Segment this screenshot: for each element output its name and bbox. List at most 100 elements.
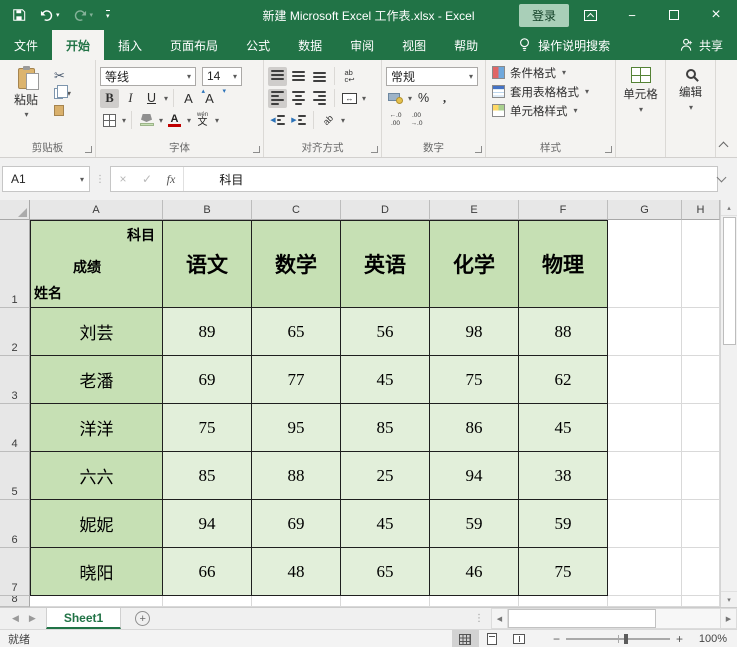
cell-E1[interactable]: 化学: [430, 220, 519, 308]
cell-H3[interactable]: [682, 356, 720, 404]
orientation-dropdown-icon[interactable]: ▾: [341, 116, 345, 125]
row-header-1[interactable]: 1: [0, 220, 30, 308]
cell-B4[interactable]: 75: [163, 404, 252, 452]
align-bottom-button[interactable]: [310, 67, 329, 86]
sheet-tab-sheet1[interactable]: Sheet1: [46, 608, 121, 629]
cell-A1[interactable]: 科目 成绩 姓名: [30, 220, 163, 308]
column-header-D[interactable]: D: [341, 200, 430, 220]
align-top-button[interactable]: [268, 67, 287, 86]
normal-view-button[interactable]: [452, 630, 479, 647]
expand-formula-bar-icon[interactable]: [717, 173, 727, 183]
cell-F4[interactable]: 45: [519, 404, 608, 452]
cell-D3[interactable]: 45: [341, 356, 430, 404]
phonetic-guide-button[interactable]: wén文: [193, 111, 212, 130]
align-right-button[interactable]: [310, 89, 329, 108]
tab-formulas[interactable]: 公式: [232, 30, 284, 60]
increase-decimal-button[interactable]: ←.0.00: [386, 111, 405, 130]
fill-color-dropdown-icon[interactable]: ▾: [159, 116, 163, 125]
cut-button[interactable]: ✂: [54, 69, 71, 83]
login-button[interactable]: 登录: [519, 4, 569, 27]
vertical-scrollbar[interactable]: ▴ ▾: [720, 200, 737, 607]
cell-D4[interactable]: 85: [341, 404, 430, 452]
decrease-indent-button[interactable]: ◀: [268, 111, 287, 130]
cell-H4[interactable]: [682, 404, 720, 452]
cell-C3[interactable]: 77: [252, 356, 341, 404]
column-header-F[interactable]: F: [519, 200, 608, 220]
editing-group[interactable]: 编辑 ▾: [666, 60, 716, 157]
tab-help[interactable]: 帮助: [440, 30, 492, 60]
wrap-text-button[interactable]: abc↩: [340, 67, 359, 86]
italic-button[interactable]: I: [121, 89, 140, 108]
cell-B5[interactable]: 85: [163, 452, 252, 500]
cell-D5[interactable]: 25: [341, 452, 430, 500]
save-button[interactable]: [12, 8, 26, 22]
font-size-select[interactable]: 14 ▾: [202, 67, 242, 86]
cell-E4[interactable]: 86: [430, 404, 519, 452]
prev-sheet-button[interactable]: ◀: [12, 613, 19, 624]
styles-dialog-launcher-icon[interactable]: [605, 146, 612, 153]
zoom-slider-thumb[interactable]: [624, 634, 628, 644]
cell-D2[interactable]: 56: [341, 308, 430, 356]
scroll-right-button[interactable]: ▶: [720, 608, 737, 629]
conditional-formatting-button[interactable]: 条件格式 ▾: [490, 63, 611, 82]
paste-button[interactable]: 粘贴 ▾: [4, 65, 48, 141]
cell-G1[interactable]: [608, 220, 682, 308]
cell-H7[interactable]: [682, 548, 720, 596]
cell-A3[interactable]: 老潘: [30, 356, 163, 404]
borders-button[interactable]: [100, 111, 119, 130]
cell-D1[interactable]: 英语: [341, 220, 430, 308]
orientation-button[interactable]: ab: [319, 111, 338, 130]
insert-function-button[interactable]: fx: [159, 172, 183, 187]
cell-H2[interactable]: [682, 308, 720, 356]
cell-A6[interactable]: 妮妮: [30, 500, 163, 548]
row-header-7[interactable]: 7: [0, 548, 30, 596]
decrease-decimal-button[interactable]: .00→.0: [407, 111, 426, 130]
cell-A7[interactable]: 晓阳: [30, 548, 163, 596]
fill-color-button[interactable]: [137, 111, 156, 130]
column-header-B[interactable]: B: [163, 200, 252, 220]
cell-D7[interactable]: 65: [341, 548, 430, 596]
cell-G2[interactable]: [608, 308, 682, 356]
cell-styles-button[interactable]: 单元格样式 ▾: [490, 101, 611, 120]
borders-dropdown-icon[interactable]: ▾: [122, 116, 126, 125]
cell-B1[interactable]: 语文: [163, 220, 252, 308]
cancel-entry-button[interactable]: ×: [111, 172, 135, 186]
cell-H5[interactable]: [682, 452, 720, 500]
row-header-8[interactable]: 8: [0, 596, 30, 607]
cell-A8[interactable]: [30, 596, 163, 607]
cell-G7[interactable]: [608, 548, 682, 596]
cell-H6[interactable]: [682, 500, 720, 548]
cell-E5[interactable]: 94: [430, 452, 519, 500]
cell-E6[interactable]: 59: [430, 500, 519, 548]
column-header-C[interactable]: C: [252, 200, 341, 220]
cell-G5[interactable]: [608, 452, 682, 500]
font-name-select[interactable]: 等线 ▾: [100, 67, 196, 86]
cell-D6[interactable]: 45: [341, 500, 430, 548]
page-break-view-button[interactable]: [506, 630, 533, 647]
cell-E2[interactable]: 98: [430, 308, 519, 356]
align-left-button[interactable]: [268, 89, 287, 108]
name-box[interactable]: A1 ▾: [2, 166, 90, 192]
minimize-button[interactable]: −: [611, 0, 653, 30]
cell-F8[interactable]: [519, 596, 608, 607]
alignment-dialog-launcher-icon[interactable]: [371, 146, 378, 153]
cell-F7[interactable]: 75: [519, 548, 608, 596]
customize-qat-button[interactable]: ▾: [106, 10, 110, 20]
zoom-level[interactable]: 100%: [689, 633, 737, 645]
cell-G6[interactable]: [608, 500, 682, 548]
underline-button[interactable]: U: [142, 89, 161, 108]
undo-button[interactable]: ▾: [39, 9, 60, 22]
cell-B2[interactable]: 89: [163, 308, 252, 356]
row-header-4[interactable]: 4: [0, 404, 30, 452]
shrink-font-button[interactable]: A▾: [200, 89, 219, 108]
cell-G3[interactable]: [608, 356, 682, 404]
close-button[interactable]: ×: [695, 0, 737, 30]
column-header-H[interactable]: H: [682, 200, 720, 220]
underline-dropdown-icon[interactable]: ▾: [164, 94, 168, 103]
next-sheet-button[interactable]: ▶: [29, 613, 36, 624]
cell-B7[interactable]: 66: [163, 548, 252, 596]
tell-me-search[interactable]: 操作说明搜索: [518, 30, 610, 60]
horizontal-scrollbar-thumb[interactable]: [508, 609, 656, 628]
formula-content[interactable]: 科目: [186, 171, 717, 188]
number-dialog-launcher-icon[interactable]: [475, 146, 482, 153]
